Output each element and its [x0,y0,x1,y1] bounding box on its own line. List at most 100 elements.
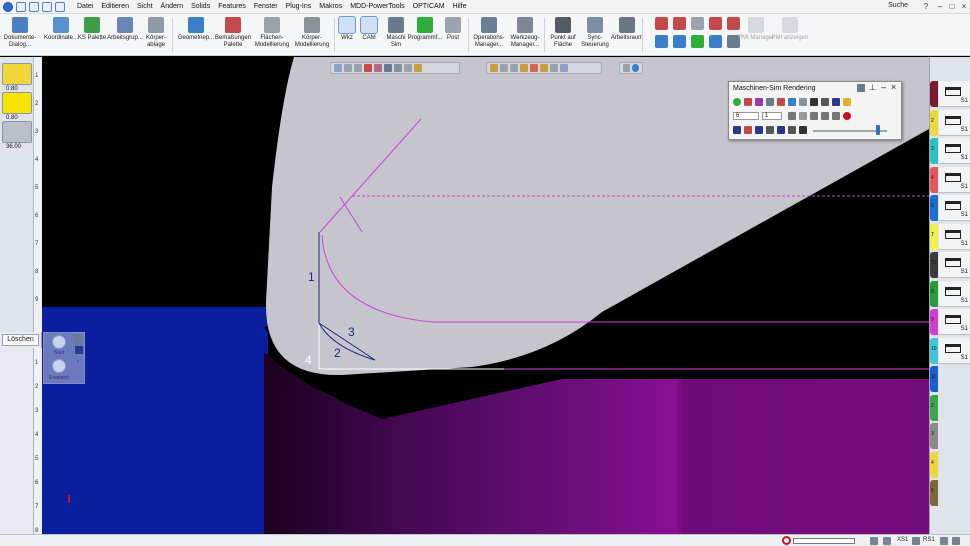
magazine-slot-5[interactable]: S1 [939,223,970,250]
left-tool-tile-1[interactable] [2,63,32,85]
ribbon-button-7[interactable]: Flächen- Modellierung [253,16,291,54]
render-lock-icon[interactable] [799,98,807,106]
target-icon[interactable] [673,17,686,30]
render-view-icon[interactable] [821,98,829,106]
status-view-icon[interactable] [912,537,920,545]
zoom-fit-icon[interactable] [404,64,412,72]
search-label[interactable]: Suche [888,2,908,9]
help-icon[interactable]: ? [920,1,932,12]
display-edges-icon[interactable] [500,64,508,72]
ribbon-button-9[interactable]: Wkz [338,16,356,54]
render-stock-icon[interactable] [744,98,752,106]
step-back-icon[interactable] [810,112,818,120]
ribbon-button-16[interactable]: Punkt auf Fläche [548,16,578,54]
view-side-icon[interactable] [354,64,362,72]
ribbon-button-2[interactable]: KS Palette [78,16,106,54]
align-icon[interactable] [709,35,722,48]
ribbon-button-5[interactable]: Geometriep... [178,16,214,54]
magazine-slot-7[interactable]: S1 [939,280,970,307]
ribbon-button-8[interactable]: Körper- Modellierung [294,16,330,54]
wireframe-icon[interactable] [384,64,392,72]
render-icon[interactable] [414,64,422,72]
status-trash-icon[interactable] [883,537,891,545]
menu-item-5[interactable]: Features [214,0,250,14]
menu-item-4[interactable]: Solids [187,0,214,14]
render-shade-icon[interactable] [755,126,763,134]
display-mode-icon[interactable] [490,64,498,72]
stop-icon[interactable] [782,536,791,545]
speed-slider-thumb[interactable] [876,125,880,135]
ribbon-button-14[interactable]: Operations- Manager... [472,16,506,54]
export-icon[interactable] [75,335,83,343]
menu-item-7[interactable]: Plug-Ins [282,0,316,14]
3d-viewport[interactable]: 1 2 3 4 Start Ersetzen › Maschinen-Sim R… [42,57,929,534]
solid-red-icon[interactable] [655,17,668,30]
section-icon[interactable] [394,64,402,72]
rotate-icon[interactable] [673,35,686,48]
render-mode-icon[interactable] [733,126,741,134]
ribbon-button-12[interactable]: Programmf... [408,16,442,54]
save-icon[interactable] [16,1,26,12]
drill-icon[interactable] [727,17,740,30]
view-iso-icon[interactable] [364,64,372,72]
ribbon-button-18[interactable]: Arbeitsraum [610,16,644,54]
render-sequence-icon[interactable] [810,98,818,106]
material-icon[interactable] [520,64,528,72]
view-front-icon[interactable] [334,64,342,72]
menu-item-2[interactable]: Sicht [133,0,157,14]
view-toolbar[interactable] [330,62,460,74]
texture-icon[interactable] [540,64,548,72]
menu-item-11[interactable]: Hilfe [449,0,471,14]
view-top-icon[interactable] [344,64,352,72]
undock-icon[interactable] [857,84,865,92]
magazine-slot-4[interactable]: S1 [939,195,970,221]
menu-item-0[interactable]: Datei [73,0,97,14]
pmi-button-0[interactable]: PMI Manager [738,16,774,54]
ribbon-button-11[interactable]: Maschi Sim [385,16,407,54]
close-icon[interactable]: × [958,1,970,12]
redo-icon[interactable] [42,1,52,12]
fast-forward-icon[interactable] [832,112,840,120]
step-select[interactable]: 1 [762,112,782,120]
render-eye-icon[interactable] [799,126,807,134]
minimize-icon[interactable]: – [934,1,946,12]
status-tool-icon[interactable] [870,537,878,545]
zoom-toolbar[interactable] [619,62,643,74]
left-tool-tile-2[interactable] [2,92,32,114]
magazine-slot-9[interactable]: S1 [939,337,970,364]
step-forward-icon[interactable] [821,112,829,120]
render-axis-icon[interactable] [788,98,796,106]
delete-button[interactable]: Löschen [2,334,39,346]
settings-icon[interactable] [75,346,83,354]
status-layout-icon[interactable] [952,537,960,545]
frame-input[interactable]: 6 [733,112,759,120]
render-text-icon[interactable] [788,126,796,134]
menu-item-8[interactable]: Makros [315,0,346,14]
ribbon-button-10[interactable]: CAM [358,16,380,54]
render-light-icon[interactable] [777,126,785,134]
move-icon[interactable] [655,35,668,48]
undo-icon[interactable] [29,1,39,12]
menu-item-9[interactable]: MDD-PowerTools [346,0,408,14]
ribbon-button-13[interactable]: Post [443,16,463,54]
overlay-expand-icon[interactable]: › [77,359,79,365]
menu-item-3[interactable]: Ändern [157,0,188,14]
render-collision-icon[interactable] [777,98,785,106]
ribbon-button-4[interactable]: Körper- ablage [144,16,168,54]
ribbon-button-17[interactable]: Sync- Steuerung [580,16,610,54]
magazine-slot-0[interactable]: S1 [939,81,970,107]
status-grid-icon[interactable] [940,537,948,545]
render-close-icon[interactable]: × [891,82,896,92]
left-tool-tile-3[interactable] [2,121,32,143]
shaded-icon[interactable] [374,64,382,72]
render-color-icon[interactable] [832,98,840,106]
measure-icon[interactable] [691,17,704,30]
ribbon-button-6[interactable]: Bemaßungen Palette [215,16,251,54]
magazine-slot-2[interactable]: S1 [939,138,970,164]
render-holder-icon[interactable] [766,98,774,106]
magazine-slot-3[interactable]: S1 [939,166,970,193]
render-material-icon[interactable] [744,126,752,134]
app-logo-icon[interactable] [3,1,13,12]
magazine-slot-1[interactable]: S1 [939,109,970,136]
rewind-icon[interactable] [788,112,796,120]
